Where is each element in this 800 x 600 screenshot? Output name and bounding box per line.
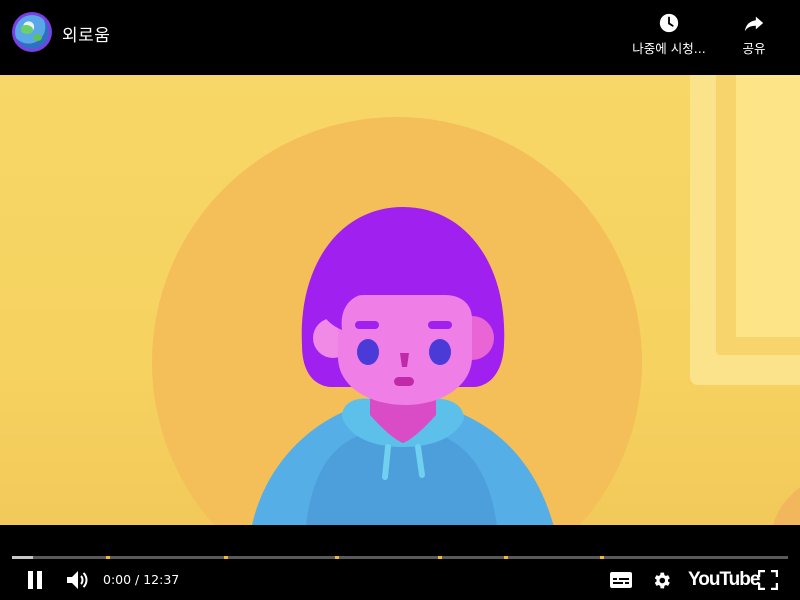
subtitles-button[interactable] bbox=[608, 569, 634, 591]
progress-played bbox=[12, 556, 33, 559]
right-eye bbox=[429, 339, 451, 365]
fullscreen-button[interactable] bbox=[756, 568, 780, 592]
progress-bar[interactable] bbox=[12, 556, 788, 559]
video-illustration bbox=[0, 75, 800, 525]
share-button[interactable]: 공유 bbox=[728, 12, 780, 57]
left-eye bbox=[357, 339, 379, 365]
hoodie-string-left bbox=[382, 444, 391, 480]
subtitles-icon bbox=[610, 572, 632, 588]
share-label: 공유 bbox=[742, 41, 766, 56]
chapter-marker bbox=[335, 556, 339, 559]
settings-button[interactable] bbox=[649, 568, 673, 592]
share-icon bbox=[744, 16, 764, 32]
chapter-marker bbox=[438, 556, 442, 559]
volume-icon bbox=[67, 571, 88, 589]
mouth bbox=[394, 377, 414, 386]
pause-button[interactable] bbox=[20, 568, 50, 592]
channel-avatar[interactable] bbox=[12, 12, 52, 52]
chapter-marker bbox=[224, 556, 228, 559]
watch-later-button[interactable]: 나중에 시청... bbox=[624, 12, 714, 57]
clock-icon bbox=[659, 13, 679, 33]
player-top-bar: 외로움 나중에 시청... 공유 bbox=[0, 0, 800, 75]
hoodie-string-right bbox=[415, 444, 425, 478]
chapter-marker bbox=[600, 556, 604, 559]
video-frame[interactable] bbox=[0, 75, 800, 525]
pause-icon bbox=[28, 571, 42, 589]
volume-button[interactable] bbox=[62, 567, 92, 593]
right-eyebrow bbox=[428, 321, 452, 329]
fullscreen-icon bbox=[758, 570, 778, 590]
watch-later-label: 나중에 시청... bbox=[632, 41, 706, 56]
settings-gear-icon bbox=[654, 572, 670, 588]
player-controls: 0:00 / 12:37 YouTube bbox=[0, 525, 800, 600]
chapter-marker bbox=[504, 556, 508, 559]
youtube-logo[interactable]: YouTube bbox=[688, 569, 760, 591]
time-display: 0:00 / 12:37 bbox=[103, 572, 180, 587]
globe-icon bbox=[15, 15, 49, 49]
video-title[interactable]: 외로움 bbox=[62, 21, 110, 46]
left-eyebrow bbox=[355, 321, 379, 329]
chapter-marker bbox=[106, 556, 110, 559]
window-pane bbox=[736, 75, 800, 337]
